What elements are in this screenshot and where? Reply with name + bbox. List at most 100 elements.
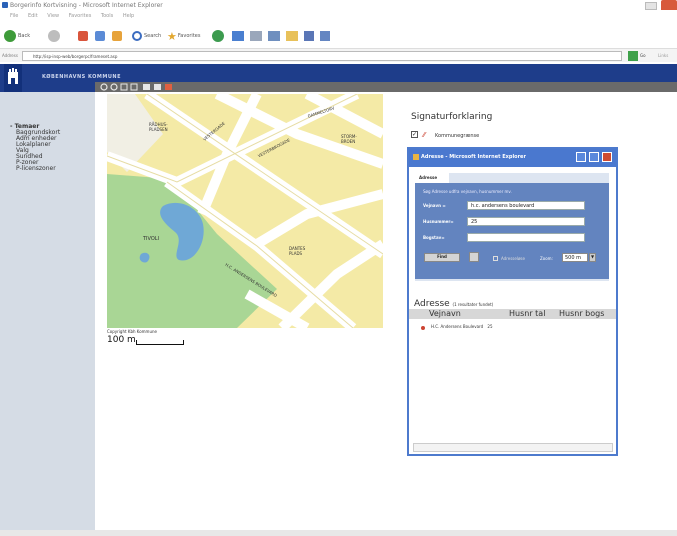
popup-minimize-button[interactable] — [576, 152, 586, 162]
pan-icon[interactable] — [130, 82, 140, 92]
map-toolbar — [95, 82, 677, 92]
star-icon: ★ — [167, 29, 177, 43]
info-icon[interactable] — [164, 82, 174, 92]
search-button[interactable]: Search — [132, 29, 161, 43]
map-copyright: Copyright Kbh Kommune — [107, 329, 157, 334]
address-input[interactable]: http://isp-insp-web/borgerpc/frameset.as… — [22, 51, 622, 61]
status-bar — [0, 530, 677, 536]
search-icon — [132, 31, 142, 41]
legend-checkbox[interactable]: ✓ — [411, 131, 418, 138]
legend-item-label: Kommunegrænse — [435, 133, 480, 139]
menu-tools[interactable]: Tools — [101, 13, 113, 19]
popup-maximize-button[interactable] — [589, 152, 599, 162]
menu-favorites[interactable]: Favorites — [69, 13, 92, 19]
column-husnr-bogs[interactable]: Husnr bogs — [559, 309, 604, 318]
zoom-box-icon[interactable] — [120, 82, 130, 92]
forward-button[interactable] — [48, 29, 60, 43]
zoom-out-icon[interactable] — [109, 82, 119, 92]
map-view[interactable]: RÅDHUS- PLADSEN STORM- BROEN TIVOLI DANT… — [105, 89, 386, 333]
results-count: (1 resultater fundet) — [452, 302, 494, 307]
zoom-select[interactable]: 500 m — [562, 253, 588, 262]
menu-file[interactable]: File — [10, 13, 18, 19]
menu-bar: File Edit View Favorites Tools Help — [0, 10, 677, 20]
zoom-label: Zoom: — [540, 256, 553, 261]
map-label-dantes-plads: DANTES PLADS — [289, 246, 306, 256]
result-number: 25 — [487, 324, 493, 329]
column-husnr-tal[interactable]: Husnr tal — [509, 309, 545, 318]
research-button[interactable] — [320, 29, 330, 43]
zoom-in-icon[interactable] — [99, 82, 109, 92]
folder-icon — [286, 31, 298, 41]
search-hint: Søg Adresse udfra vejnavn, husnummer mv. — [423, 189, 512, 194]
city-logo — [4, 64, 22, 92]
home-button[interactable] — [112, 29, 122, 43]
print-icon — [250, 31, 262, 41]
map-label-stormbroen: STORM- BROEN — [341, 134, 357, 144]
edit-button[interactable] — [268, 29, 280, 43]
history-button[interactable] — [212, 29, 224, 43]
ie-icon — [2, 2, 8, 8]
forward-arrow-icon — [48, 30, 60, 42]
results-title: Adresse (1 resultater fundet) — [414, 299, 493, 309]
horizontal-scrollbar[interactable] — [413, 443, 613, 452]
reset-button[interactable] — [469, 252, 479, 262]
window-title: Borgerinfo Kortvisning - Microsoft Inter… — [0, 0, 677, 10]
browser-toolbar: Back Search ★ Favorites — [0, 20, 677, 48]
addressless-label: Adresseløse — [501, 256, 525, 261]
messenger-icon — [304, 31, 314, 41]
address-bar: Address http://isp-insp-web/borgerpc/fra… — [0, 48, 677, 62]
edit-icon — [268, 31, 280, 41]
map-label-raadhuspladsen: RÅDHUS- PLADSEN — [149, 122, 168, 132]
search-form — [415, 183, 609, 279]
result-marker-icon — [421, 326, 425, 330]
back-arrow-icon — [4, 30, 16, 42]
addressless-checkbox[interactable] — [493, 256, 498, 261]
stop-icon — [78, 31, 88, 41]
ie-icon — [413, 154, 419, 160]
binoculars-icon[interactable] — [142, 82, 152, 92]
street-label: Vejnavn = — [423, 203, 446, 208]
result-street: H.C. Andersens Boulevard — [431, 324, 484, 329]
stop-button[interactable] — [78, 29, 88, 43]
scale-label: 100 m — [107, 335, 136, 345]
column-vejnavn[interactable]: Vejnavn — [429, 309, 461, 318]
legend-title: Signaturforklaring — [411, 112, 493, 122]
letter-input[interactable] — [467, 233, 585, 242]
print-button[interactable] — [250, 29, 262, 43]
tab-adresse[interactable]: Adresse — [415, 173, 449, 183]
favorites-button[interactable]: ★ Favorites — [167, 29, 200, 43]
theme-list: - Temaer Baggrundskort Adm enheder Lokal… — [10, 124, 60, 172]
links-label[interactable]: Links — [658, 53, 668, 58]
chevron-down-icon[interactable]: ▼ — [589, 253, 596, 262]
back-button[interactable]: Back — [4, 29, 30, 43]
home-icon — [112, 31, 122, 41]
go-label[interactable]: Go — [640, 53, 646, 58]
minimize-button[interactable] — [645, 2, 657, 10]
scale-bar — [136, 340, 184, 345]
street-input[interactable]: h.c. andersens boulevard — [467, 201, 585, 210]
popup-close-button[interactable] — [602, 152, 612, 162]
results-title-text: Adresse — [414, 299, 450, 309]
table-row[interactable]: H.C. Andersens Boulevard 25 — [431, 324, 493, 329]
boundary-line-icon: ⁄⁄ — [423, 131, 426, 139]
mail-button[interactable] — [232, 29, 244, 43]
refresh-icon — [95, 31, 105, 41]
menu-edit[interactable]: Edit — [28, 13, 38, 19]
menu-help[interactable]: Help — [123, 13, 134, 19]
go-button[interactable] — [628, 51, 638, 61]
menu-view[interactable]: View — [47, 13, 59, 19]
find-button[interactable]: Find — [424, 253, 460, 262]
address-label: Address — [2, 53, 18, 58]
history-icon — [212, 30, 224, 42]
print-map-icon[interactable] — [153, 82, 163, 92]
refresh-button[interactable] — [95, 29, 105, 43]
mail-icon — [232, 31, 244, 41]
map-label-tivoli: TIVOLI — [143, 236, 160, 242]
folder-button[interactable] — [286, 29, 298, 43]
number-input[interactable]: 25 — [467, 217, 585, 226]
messenger-button[interactable] — [304, 29, 314, 43]
theme-item-p-licenszoner[interactable]: P-licenszoner — [10, 166, 60, 172]
site-title: KØBENHAVNS KOMMUNE — [42, 74, 122, 80]
results-header: Vejnavn Husnr tal Husnr bogs — [409, 309, 616, 319]
research-icon — [320, 31, 330, 41]
